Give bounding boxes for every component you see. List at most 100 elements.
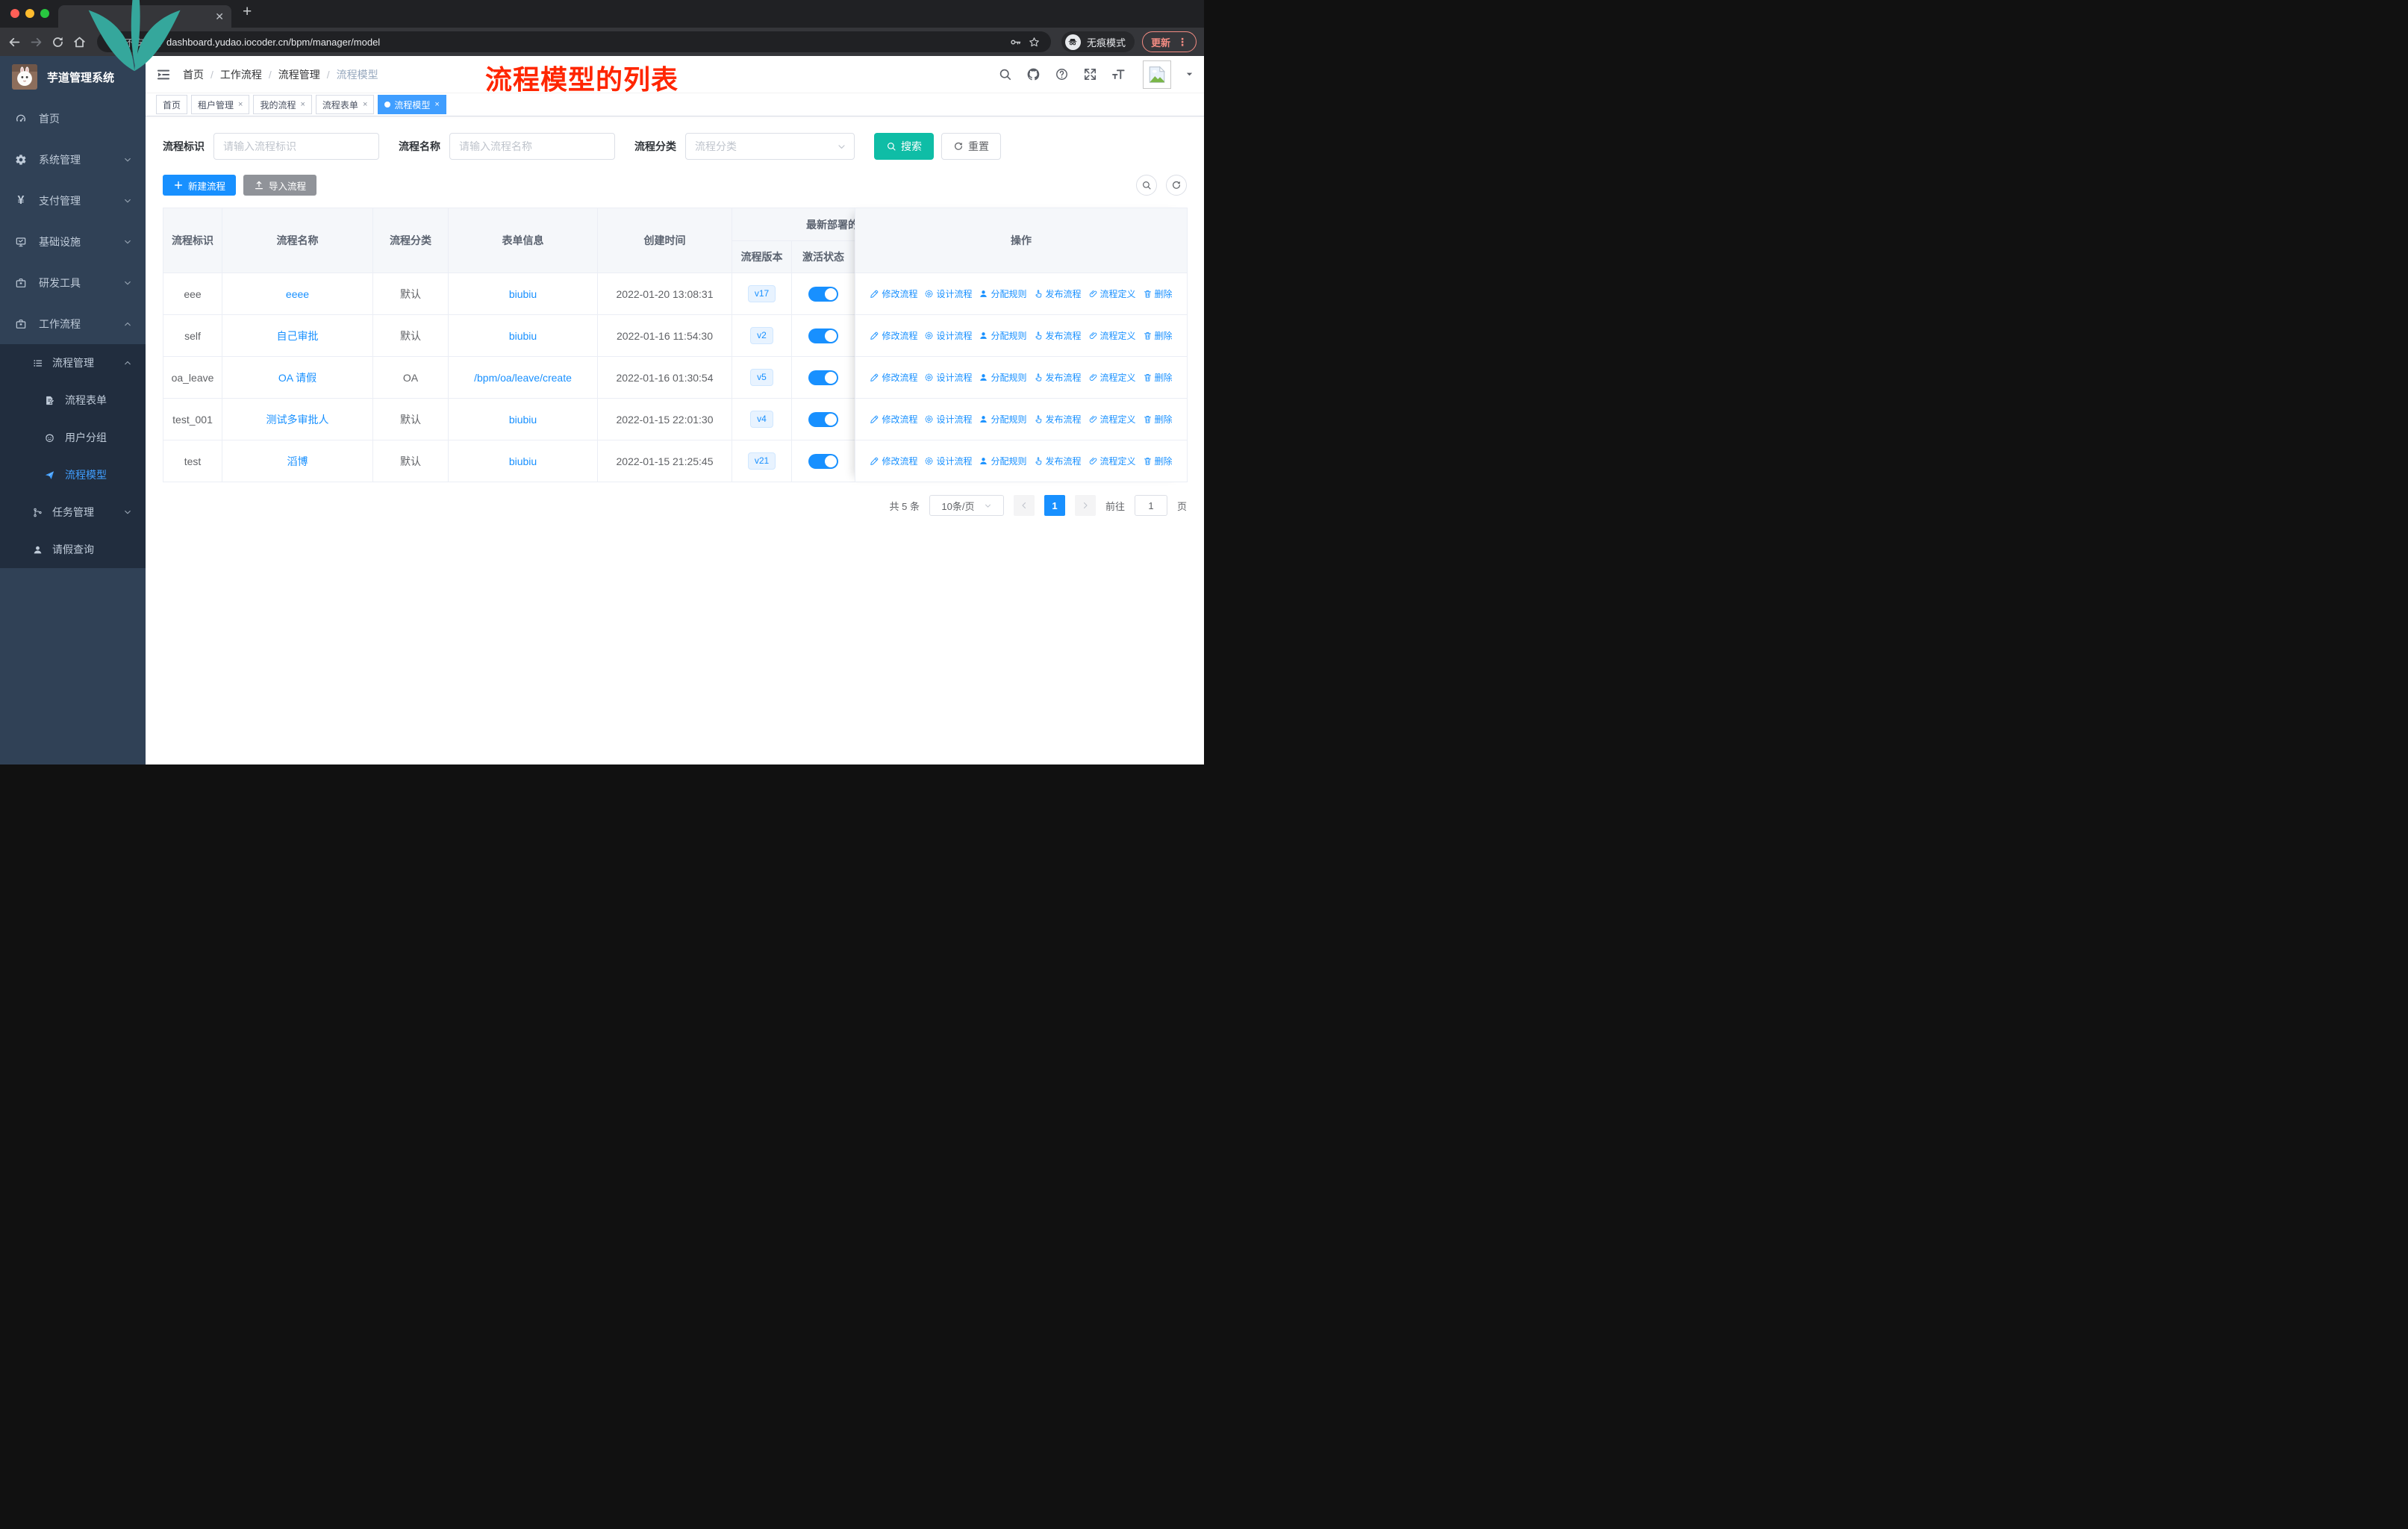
action-流程定义[interactable]: 流程定义 — [1088, 329, 1136, 342]
action-删除[interactable]: 删除 — [1143, 455, 1173, 467]
action-流程定义[interactable]: 流程定义 — [1088, 371, 1136, 384]
address-bar[interactable]: 不安全 dashboard.yudao.iocoder.cn/bpm/manag… — [97, 31, 1051, 52]
model-name-link[interactable]: 自己审批 — [277, 330, 319, 342]
fullscreen-icon[interactable] — [1083, 67, 1097, 81]
model-name-link[interactable]: 滔博 — [287, 455, 308, 467]
action-修改流程[interactable]: 修改流程 — [870, 287, 917, 300]
action-发布流程[interactable]: 发布流程 — [1034, 455, 1082, 467]
action-删除[interactable]: 删除 — [1143, 329, 1173, 342]
sidebar-item-基础设施[interactable]: 基础设施 — [0, 221, 146, 262]
action-删除[interactable]: 删除 — [1143, 371, 1173, 384]
action-发布流程[interactable]: 发布流程 — [1034, 413, 1082, 426]
action-设计流程[interactable]: 设计流程 — [924, 413, 972, 426]
key-icon[interactable] — [1009, 36, 1022, 49]
action-设计流程[interactable]: 设计流程 — [924, 455, 972, 467]
active-switch[interactable] — [808, 453, 838, 469]
action-分配规则[interactable]: 分配规则 — [979, 371, 1027, 384]
action-流程定义[interactable]: 流程定义 — [1088, 413, 1136, 426]
filter-select-流程分类[interactable]: 流程分类 — [685, 133, 855, 160]
sidebar-item-研发工具[interactable]: 研发工具 — [0, 262, 146, 303]
action-设计流程[interactable]: 设计流程 — [924, 287, 972, 300]
goto-page-input[interactable] — [1134, 495, 1167, 516]
breadcrumb-item[interactable]: 首页 — [183, 67, 204, 82]
new-tab-button[interactable]: + — [243, 3, 252, 21]
github-icon[interactable] — [1026, 67, 1041, 81]
current-page-button[interactable]: 1 — [1044, 495, 1065, 516]
page-size-select[interactable]: 10条/页 — [929, 495, 1004, 516]
hamburger-icon[interactable] — [156, 67, 171, 82]
active-switch[interactable] — [808, 286, 838, 302]
bookmark-star-icon[interactable] — [1028, 36, 1041, 49]
breadcrumb-item[interactable]: 流程管理 — [278, 67, 320, 82]
active-switch[interactable] — [808, 411, 838, 427]
sidebar-item-用户分组[interactable]: 用户分组 — [0, 419, 146, 456]
action-设计流程[interactable]: 设计流程 — [924, 371, 972, 384]
model-name-link[interactable]: 测试多审批人 — [266, 414, 329, 426]
action-分配规则[interactable]: 分配规则 — [979, 287, 1027, 300]
model-name-link[interactable]: eeee — [286, 288, 309, 300]
form-info-link[interactable]: biubiu — [509, 455, 537, 467]
search-button[interactable]: 搜索 — [874, 133, 934, 160]
form-info-link[interactable]: /bpm/oa/leave/create — [474, 372, 572, 384]
sidebar-item-请假查询[interactable]: 请假查询 — [0, 531, 146, 568]
sidebar-item-支付管理[interactable]: ¥ 支付管理 — [0, 180, 146, 221]
sidebar-item-首页[interactable]: 首页 — [0, 98, 146, 139]
sidebar-item-任务管理[interactable]: 任务管理 — [0, 493, 146, 531]
action-删除[interactable]: 删除 — [1143, 287, 1173, 300]
close-icon[interactable]: × — [300, 100, 305, 109]
sidebar-item-流程模型[interactable]: 流程模型 — [0, 456, 146, 493]
close-tab-icon[interactable]: ✕ — [215, 11, 224, 22]
tag-流程模型[interactable]: 流程模型 × — [378, 95, 446, 114]
forward-icon[interactable] — [29, 35, 43, 49]
action-分配规则[interactable]: 分配规则 — [979, 455, 1027, 467]
create-model-button[interactable]: 新建流程 — [163, 175, 237, 196]
action-发布流程[interactable]: 发布流程 — [1034, 329, 1082, 342]
refresh-table-button[interactable] — [1166, 175, 1187, 196]
browser-tab[interactable]: 芋道管理系统 ✕ — [58, 0, 231, 71]
font-size-icon[interactable] — [1111, 67, 1126, 81]
tag-首页[interactable]: 首页 — [156, 95, 188, 114]
action-分配规则[interactable]: 分配规则 — [979, 413, 1027, 426]
search-icon[interactable] — [998, 67, 1012, 81]
reload-icon[interactable] — [51, 35, 65, 49]
close-icon[interactable]: × — [238, 100, 243, 109]
action-发布流程[interactable]: 发布流程 — [1034, 287, 1082, 300]
close-window-button[interactable] — [10, 9, 19, 18]
filter-input-流程名称[interactable] — [449, 133, 615, 160]
browser-menu-icon[interactable]: ⋮ — [1177, 36, 1188, 49]
action-修改流程[interactable]: 修改流程 — [870, 329, 917, 342]
prev-page-button[interactable] — [1013, 495, 1035, 516]
toggle-search-button[interactable] — [1136, 175, 1157, 196]
reset-button[interactable]: 重置 — [941, 133, 1001, 160]
close-icon[interactable]: × — [363, 100, 367, 109]
back-icon[interactable] — [7, 35, 22, 49]
breadcrumb-item[interactable]: 工作流程 — [220, 67, 262, 82]
action-分配规则[interactable]: 分配规则 — [979, 329, 1027, 342]
browser-update-button[interactable]: 更新 ⋮ — [1141, 31, 1197, 52]
action-修改流程[interactable]: 修改流程 — [870, 413, 917, 426]
user-avatar[interactable] — [1143, 60, 1171, 89]
import-model-button[interactable]: 导入流程 — [243, 175, 317, 196]
action-设计流程[interactable]: 设计流程 — [924, 329, 972, 342]
active-switch[interactable] — [808, 370, 838, 385]
tag-流程表单[interactable]: 流程表单 × — [315, 95, 375, 114]
close-icon[interactable]: × — [434, 100, 439, 109]
sidebar-item-流程表单[interactable]: 流程表单 — [0, 382, 146, 419]
next-page-button[interactable] — [1074, 495, 1096, 516]
action-修改流程[interactable]: 修改流程 — [870, 371, 917, 384]
action-修改流程[interactable]: 修改流程 — [870, 455, 917, 467]
sidebar-item-工作流程[interactable]: 工作流程 — [0, 303, 146, 344]
help-icon[interactable] — [1055, 67, 1069, 81]
action-发布流程[interactable]: 发布流程 — [1034, 371, 1082, 384]
model-name-link[interactable]: OA 请假 — [278, 372, 316, 384]
action-流程定义[interactable]: 流程定义 — [1088, 455, 1136, 467]
action-流程定义[interactable]: 流程定义 — [1088, 287, 1136, 300]
active-switch[interactable] — [808, 328, 838, 343]
caret-down-icon[interactable] — [1185, 70, 1194, 78]
tag-我的流程[interactable]: 我的流程 × — [253, 95, 312, 114]
action-删除[interactable]: 删除 — [1143, 413, 1173, 426]
sidebar-item-流程管理[interactable]: 流程管理 — [0, 344, 146, 382]
minimize-window-button[interactable] — [25, 9, 34, 18]
form-info-link[interactable]: biubiu — [509, 288, 537, 300]
maximize-window-button[interactable] — [40, 9, 49, 18]
